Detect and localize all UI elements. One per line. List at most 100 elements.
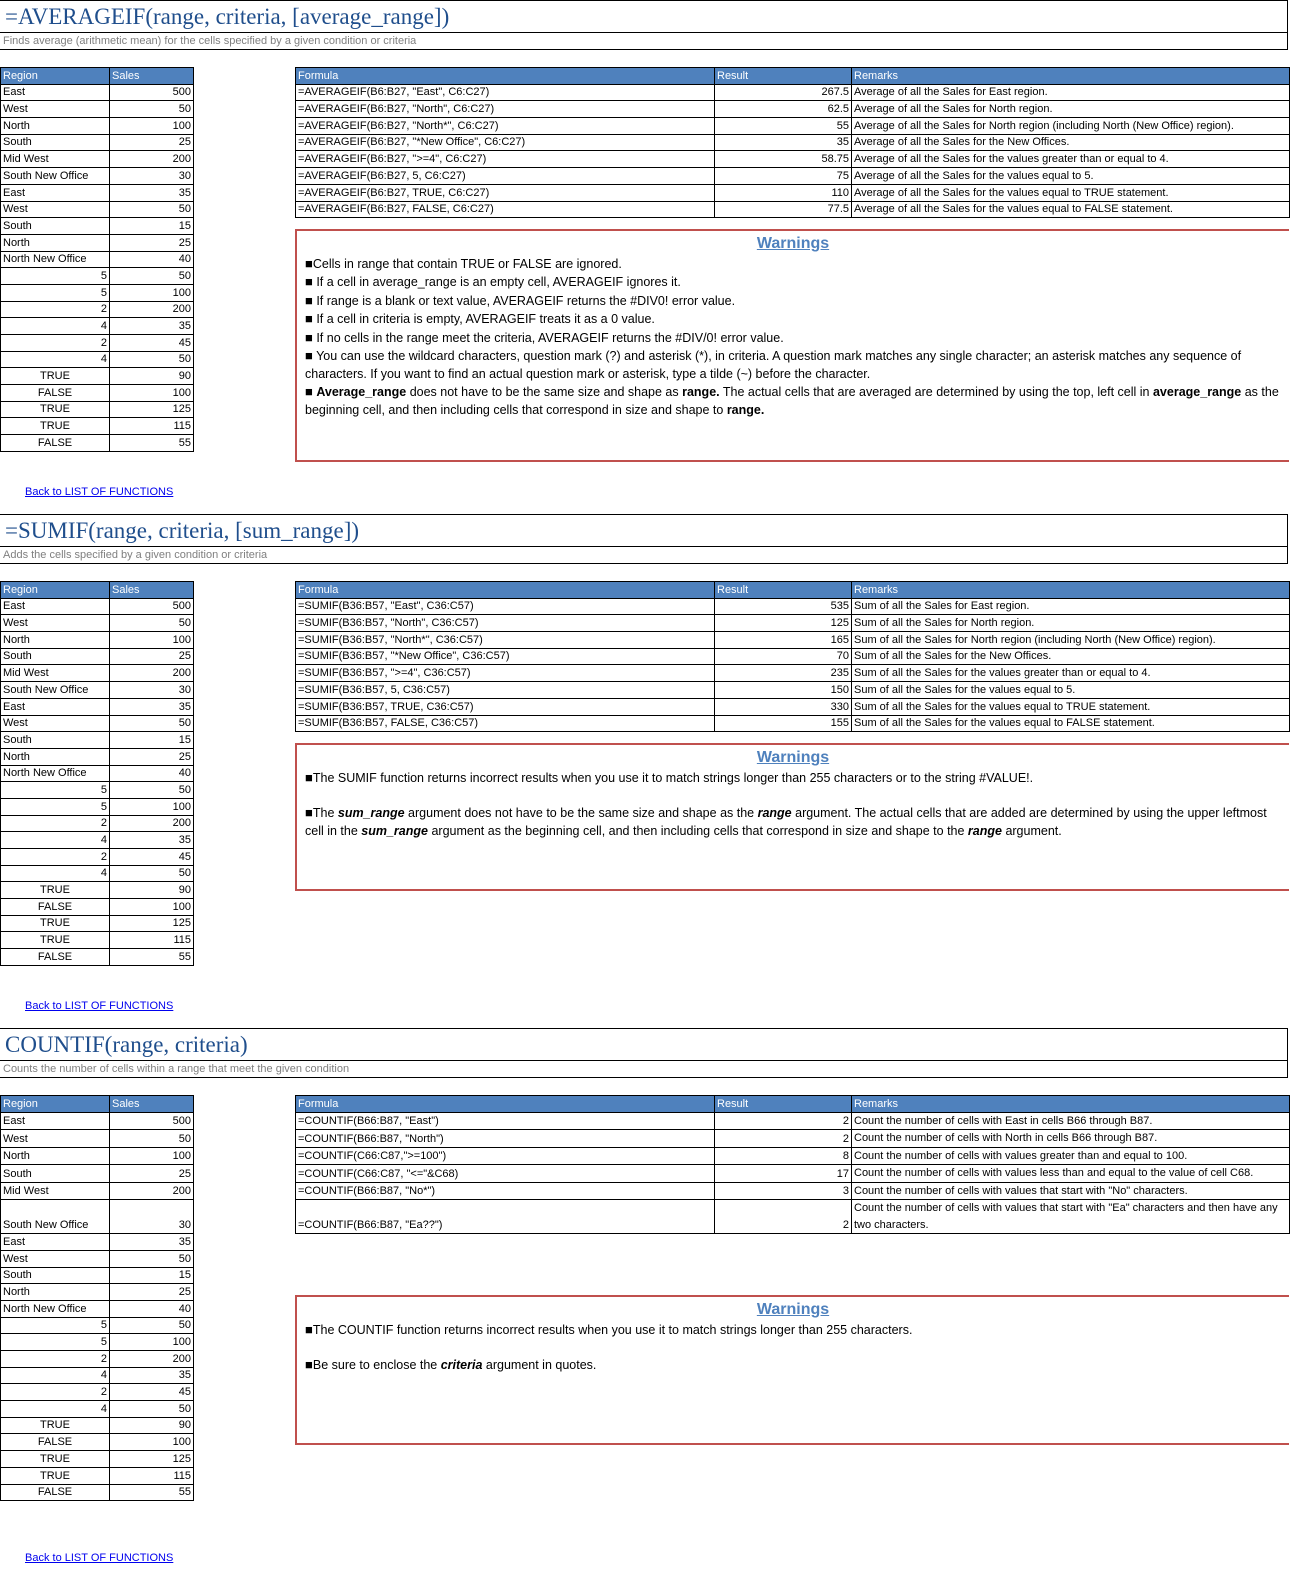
sales-cell[interactable]: 500 <box>109 83 194 102</box>
formula-cell[interactable]: =AVERAGEIF(B6:B27, "East", C6:C27) <box>295 83 715 102</box>
sales-cell[interactable]: 25 <box>109 233 194 252</box>
formula-cell[interactable]: =SUMIF(B36:B57, FALSE, C36:C57) <box>295 714 715 733</box>
region-cell[interactable]: East <box>0 697 110 716</box>
formula-cell[interactable]: =SUMIF(B36:B57, "East", C36:C57) <box>295 597 715 616</box>
sales-cell[interactable]: 55 <box>109 1483 194 1502</box>
region-cell[interactable]: Mid West <box>0 664 110 683</box>
region-cell[interactable]: 4 <box>0 1400 110 1418</box>
region-cell[interactable]: West <box>0 200 110 219</box>
result-cell[interactable]: 70 <box>714 647 852 666</box>
sales-cell[interactable]: 125 <box>109 400 194 419</box>
region-cell[interactable]: North <box>0 233 110 252</box>
remarks-cell[interactable]: Sum of all the Sales for the New Offices… <box>851 647 1290 666</box>
formula-cell[interactable]: =AVERAGEIF(B6:B27, TRUE, C6:C27) <box>295 183 715 202</box>
region-cell[interactable]: 5 <box>0 781 110 799</box>
formula-cell[interactable]: =COUNTIF(B66:B87, "No*") <box>295 1181 715 1201</box>
result-cell[interactable]: 2 <box>714 1111 852 1131</box>
region-cell[interactable]: North New Office <box>0 250 110 269</box>
sales-cell[interactable]: 200 <box>109 1181 194 1201</box>
result-cell[interactable]: 110 <box>714 183 852 202</box>
sales-cell[interactable]: 50 <box>109 781 194 799</box>
result-cell[interactable]: 267.5 <box>714 83 852 102</box>
remarks-cell[interactable]: Average of all the Sales for the values … <box>851 167 1290 185</box>
region-cell[interactable]: 5 <box>0 797 110 816</box>
region-cell[interactable]: FALSE <box>0 384 110 402</box>
remarks-cell[interactable]: Average of all the Sales for the New Off… <box>851 133 1290 152</box>
region-cell[interactable]: TRUE <box>0 1466 110 1485</box>
sales-cell[interactable]: 100 <box>109 1333 194 1351</box>
sales-cell[interactable]: 200 <box>109 664 194 683</box>
region-cell[interactable]: FALSE <box>0 898 110 916</box>
result-cell[interactable]: 235 <box>714 664 852 683</box>
formula-cell[interactable]: =SUMIF(B36:B57, ">=4", C36:C57) <box>295 664 715 683</box>
region-cell[interactable]: Mid West <box>0 150 110 169</box>
region-cell[interactable]: South <box>0 217 110 235</box>
sales-cell[interactable]: 50 <box>109 864 194 883</box>
sales-cell[interactable]: 50 <box>109 714 194 733</box>
sales-cell[interactable]: 500 <box>109 1111 194 1131</box>
remarks-cell[interactable]: Count the number of cells with North in … <box>851 1129 1290 1148</box>
region-cell[interactable]: 5 <box>0 283 110 302</box>
remarks-cell[interactable]: Average of all the Sales for East region… <box>851 83 1290 102</box>
sales-cell[interactable]: 90 <box>109 367 194 386</box>
formula-cell[interactable]: =AVERAGEIF(B6:B27, "*New Office", C6:C27… <box>295 133 715 152</box>
remarks-cell[interactable]: Sum of all the Sales for the values grea… <box>851 664 1290 683</box>
formula-cell[interactable]: =AVERAGEIF(B6:B27, FALSE, C6:C27) <box>295 200 715 219</box>
region-cell[interactable]: 4 <box>0 864 110 883</box>
region-cell[interactable]: Mid West <box>0 1181 110 1201</box>
sales-cell[interactable]: 125 <box>109 1450 194 1468</box>
region-cell[interactable]: 2 <box>0 300 110 319</box>
region-cell[interactable]: South New Office <box>0 1199 110 1235</box>
remarks-cell[interactable]: Count the number of cells with values gr… <box>851 1146 1290 1166</box>
result-cell[interactable]: 58.75 <box>714 150 852 169</box>
result-cell[interactable]: 55 <box>714 117 852 135</box>
sales-cell[interactable]: 50 <box>109 100 194 119</box>
sales-cell[interactable]: 25 <box>109 647 194 666</box>
sales-cell[interactable]: 125 <box>109 914 194 933</box>
region-cell[interactable]: West <box>0 1249 110 1268</box>
sales-cell[interactable]: 45 <box>109 848 194 866</box>
region-cell[interactable]: East <box>0 597 110 616</box>
region-cell[interactable]: North <box>0 747 110 766</box>
result-cell[interactable]: 165 <box>714 631 852 649</box>
region-cell[interactable]: 4 <box>0 317 110 335</box>
sales-cell[interactable]: 15 <box>109 1266 194 1285</box>
sales-cell[interactable]: 40 <box>109 1299 194 1318</box>
region-cell[interactable]: 2 <box>0 334 110 352</box>
formula-cell[interactable]: =COUNTIF(B66:B87, "North") <box>295 1129 715 1148</box>
remarks-cell[interactable]: Sum of all the Sales for North region (i… <box>851 631 1290 649</box>
region-cell[interactable]: TRUE <box>0 914 110 933</box>
sales-cell[interactable]: 50 <box>109 1400 194 1418</box>
sales-cell[interactable]: 35 <box>109 1366 194 1385</box>
remarks-cell[interactable]: Average of all the Sales for the values … <box>851 183 1290 202</box>
sales-cell[interactable]: 100 <box>109 631 194 649</box>
region-cell[interactable]: East <box>0 1233 110 1251</box>
region-cell[interactable]: West <box>0 614 110 633</box>
sales-cell[interactable]: 100 <box>109 898 194 916</box>
region-cell[interactable]: South <box>0 133 110 152</box>
region-cell[interactable]: East <box>0 1111 110 1131</box>
sales-cell[interactable]: 115 <box>109 1466 194 1485</box>
remarks-cell[interactable]: Count the number of cells with values th… <box>851 1181 1290 1201</box>
back-to-list-link[interactable]: Back to LIST OF FUNCTIONS <box>25 1552 173 1564</box>
region-cell[interactable]: North <box>0 1283 110 1301</box>
sales-cell[interactable]: 200 <box>109 150 194 169</box>
region-cell[interactable]: South <box>0 1164 110 1183</box>
remarks-cell[interactable]: Average of all the Sales for the values … <box>851 200 1290 219</box>
sales-cell[interactable]: 30 <box>109 681 194 699</box>
sales-cell[interactable]: 25 <box>109 133 194 152</box>
formula-cell[interactable]: =SUMIF(B36:B57, "North", C36:C57) <box>295 614 715 633</box>
sales-cell[interactable]: 50 <box>109 614 194 633</box>
formula-cell[interactable]: =SUMIF(B36:B57, 5, C36:C57) <box>295 681 715 699</box>
sales-cell[interactable]: 100 <box>109 117 194 135</box>
result-cell[interactable]: 75 <box>714 167 852 185</box>
region-cell[interactable]: North <box>0 1146 110 1166</box>
result-cell[interactable]: 535 <box>714 597 852 616</box>
region-cell[interactable]: 4 <box>0 831 110 849</box>
formula-cell[interactable]: =COUNTIF(B66:B87, "East") <box>295 1111 715 1131</box>
sales-cell[interactable]: 45 <box>109 334 194 352</box>
region-cell[interactable]: FALSE <box>0 434 110 452</box>
remarks-cell[interactable]: Sum of all the Sales for the values equa… <box>851 697 1290 716</box>
remarks-cell[interactable]: Count the number of cells with values th… <box>851 1199 1290 1235</box>
formula-cell[interactable]: =AVERAGEIF(B6:B27, 5, C6:C27) <box>295 167 715 185</box>
